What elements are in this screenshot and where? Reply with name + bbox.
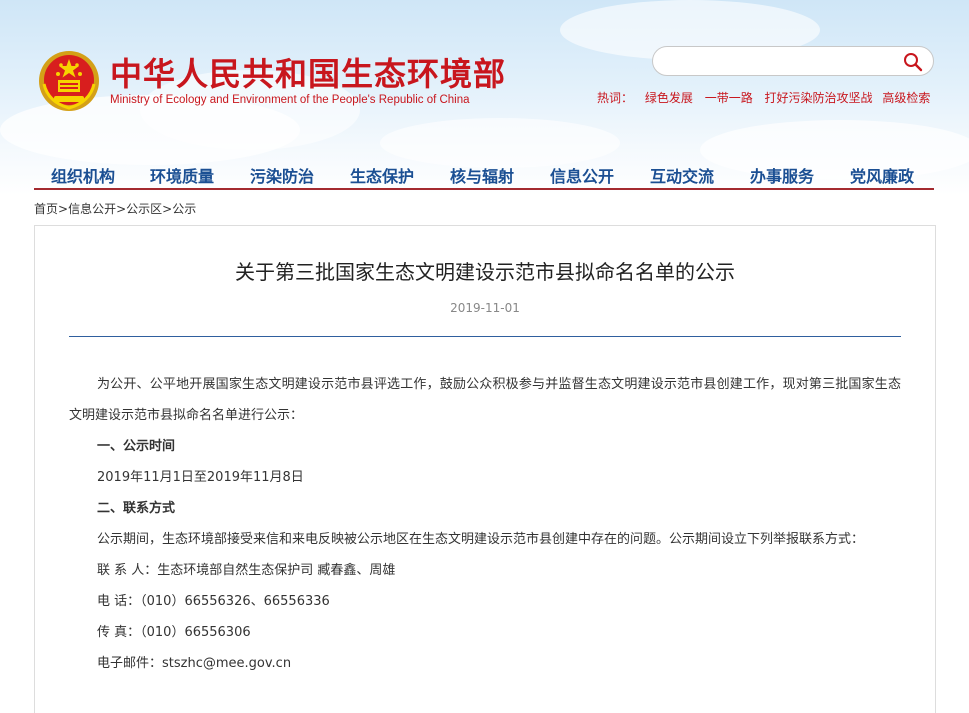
- nav-item-pollution-control[interactable]: 污染防治: [250, 163, 314, 187]
- breadcrumb-link[interactable]: 公示: [172, 202, 196, 216]
- hot-words: 热词： 绿色发展 一带一路 打好污染防治攻坚战 高级检索: [597, 90, 942, 106]
- article-paragraph: 2019年11月1日至2019年11月8日: [97, 470, 304, 485]
- breadcrumb-link[interactable]: 首页: [34, 202, 58, 216]
- title-divider: [69, 336, 901, 337]
- section-heading: 一、公示时间: [97, 439, 176, 454]
- hot-word-link[interactable]: 绿色发展: [645, 91, 693, 105]
- nav-item-nuclear-radiation[interactable]: 核与辐射: [450, 163, 514, 187]
- contact-person: 联 系 人：生态环境部自然生态保护司 臧春鑫、周雄: [97, 563, 396, 578]
- hot-word-link[interactable]: 一带一路: [705, 91, 753, 105]
- article-panel: 关于第三批国家生态文明建设示范市县拟命名名单的公示 2019-11-01 为公开…: [34, 225, 936, 713]
- site-title[interactable]: 中华人民共和国生态环境部: [110, 56, 510, 92]
- site-title-english: Ministry of Ecology and Environment of t…: [110, 94, 470, 106]
- national-emblem-icon: [39, 51, 99, 111]
- breadcrumb-link[interactable]: 信息公开: [68, 202, 116, 216]
- main-nav: 组织机构 环境质量 污染防治 生态保护 核与辐射 信息公开 互动交流 办事服务 …: [34, 160, 934, 190]
- article-paragraph: 公示期间，生态环境部接受来信和来电反映被公示地区在生态文明建设示范市县创建中存在…: [97, 532, 865, 547]
- hot-word-link[interactable]: 打好污染防治攻坚战: [765, 91, 873, 105]
- article-title: 关于第三批国家生态文明建设示范市县拟命名名单的公示: [235, 260, 735, 284]
- search-icon[interactable]: [903, 52, 923, 72]
- contact-email: 电子邮件：stszhc@mee.gov.cn: [97, 656, 292, 671]
- hot-words-label: 热词：: [597, 91, 634, 105]
- section-heading: 二、联系方式: [97, 501, 176, 516]
- breadcrumb-separator: >: [58, 202, 69, 216]
- breadcrumb: 首页>信息公开>公示区>公示: [34, 200, 196, 217]
- contact-fax: 传 真：（010）66556306: [97, 625, 251, 640]
- nav-item-organization[interactable]: 组织机构: [51, 163, 115, 187]
- breadcrumb-link[interactable]: 公示区: [126, 202, 162, 216]
- advanced-search-link[interactable]: 高级检索: [882, 91, 930, 105]
- nav-item-services[interactable]: 办事服务: [750, 163, 814, 187]
- contact-phone: 电 话：（010）66556326、66556336: [97, 594, 330, 609]
- article-paragraph: 为公开、公平地开展国家生态文明建设示范市县评选工作，鼓励公众积极参与并监督生态文…: [69, 377, 901, 423]
- nav-item-information-disclosure[interactable]: 信息公开: [550, 163, 614, 187]
- search-input[interactable]: [667, 52, 897, 70]
- search-box[interactable]: [652, 46, 934, 76]
- nav-item-environment-quality[interactable]: 环境质量: [150, 163, 214, 187]
- breadcrumb-separator: >: [162, 202, 173, 216]
- nav-item-interaction[interactable]: 互动交流: [650, 163, 714, 187]
- nav-item-party-integrity[interactable]: 党风廉政: [850, 163, 914, 187]
- article-date: 2019-11-01: [450, 301, 520, 315]
- breadcrumb-separator: >: [116, 202, 127, 216]
- article-body: 为公开、公平地开展国家生态文明建设示范市县评选工作，鼓励公众积极参与并监督生态文…: [69, 369, 901, 679]
- nav-item-ecological-protection[interactable]: 生态保护: [350, 163, 414, 187]
